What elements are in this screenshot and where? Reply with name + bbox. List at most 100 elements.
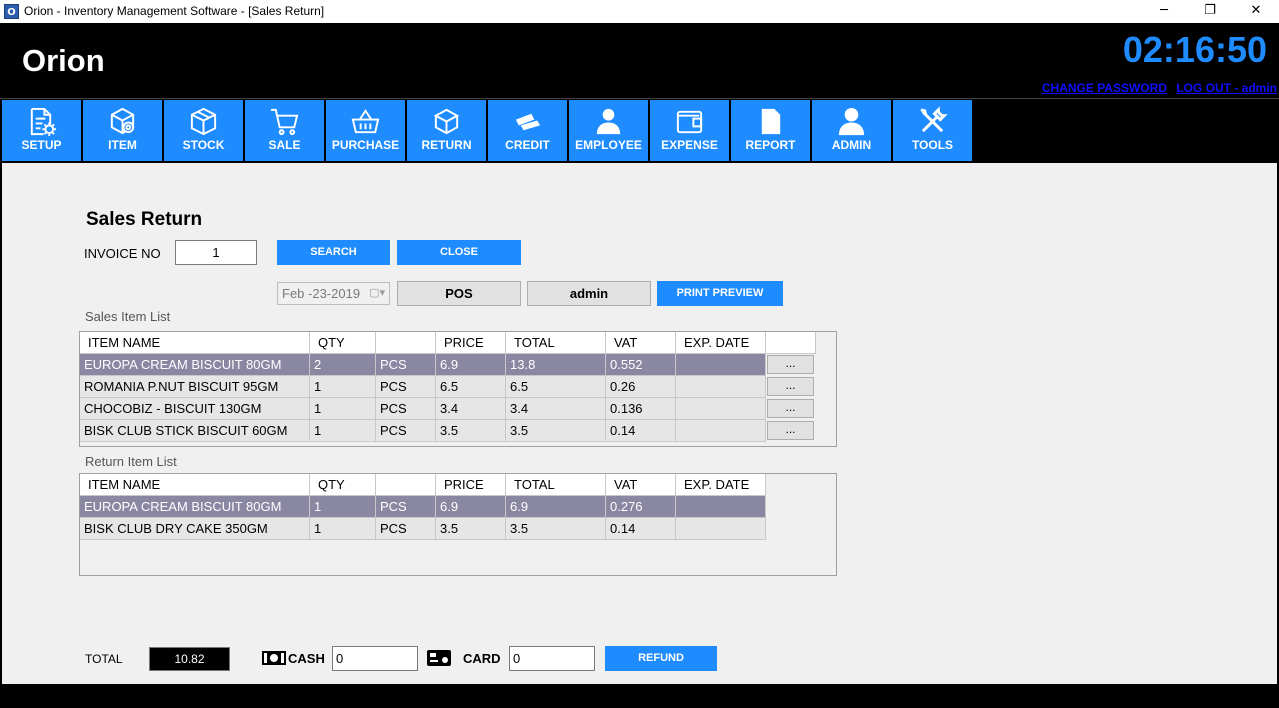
cell-item-name: BISK CLUB STICK BISCUIT 60GM bbox=[80, 420, 310, 442]
row-detail-button[interactable]: ... bbox=[767, 399, 814, 418]
cell-total: 3.4 bbox=[506, 398, 606, 420]
cell-exp-date bbox=[676, 420, 766, 442]
close-window-button[interactable]: ✕ bbox=[1233, 0, 1279, 23]
cell-qty: 2 bbox=[310, 354, 376, 376]
nav-expense[interactable]: EXPENSE bbox=[650, 100, 729, 161]
return-item-grid: ITEM NAME QTY PRICE TOTAL VAT EXP. DATE … bbox=[79, 473, 837, 576]
cell-exp-date bbox=[676, 354, 766, 376]
nav-stock[interactable]: STOCK bbox=[164, 100, 243, 161]
col-qty[interactable]: QTY bbox=[310, 474, 376, 496]
window-title: Orion - Inventory Management Software - … bbox=[24, 4, 325, 18]
nav-label: CREDIT bbox=[505, 138, 550, 152]
credit-icon bbox=[515, 113, 541, 131]
col-action bbox=[766, 332, 816, 354]
row-detail-button[interactable]: ... bbox=[767, 355, 814, 374]
row-detail-button[interactable]: ... bbox=[767, 421, 814, 440]
col-vat[interactable]: VAT bbox=[606, 332, 676, 354]
col-exp-date[interactable]: EXP. DATE bbox=[676, 332, 766, 354]
pos-button[interactable]: POS bbox=[397, 281, 521, 306]
col-vat[interactable]: VAT bbox=[606, 474, 676, 496]
cell-total: 6.9 bbox=[506, 496, 606, 518]
col-total[interactable]: TOTAL bbox=[506, 474, 606, 496]
nav-label: PURCHASE bbox=[331, 138, 400, 152]
wallet-icon bbox=[676, 110, 703, 134]
col-item-name[interactable]: ITEM NAME bbox=[80, 474, 310, 496]
cell-qty: 1 bbox=[310, 496, 376, 518]
nav-purchase[interactable]: PURCHASE bbox=[326, 100, 405, 161]
cell-vat: 0.14 bbox=[606, 420, 676, 442]
cell-unit: PCS bbox=[376, 518, 436, 540]
stock-box-icon bbox=[190, 107, 217, 136]
nav-setup[interactable]: SETUP bbox=[2, 100, 81, 161]
col-price[interactable]: PRICE bbox=[436, 474, 506, 496]
date-picker[interactable]: Feb -23-2019 ▢▾ bbox=[277, 282, 390, 305]
cell-exp-date bbox=[676, 376, 766, 398]
sales-return-panel: Sales Return INVOICE NO SEARCH CLOSE Feb… bbox=[2, 163, 1277, 684]
user-button[interactable]: admin bbox=[527, 281, 651, 306]
cell-vat: 0.14 bbox=[606, 518, 676, 540]
nav-label: ITEM bbox=[108, 138, 137, 152]
nav-label: STOCK bbox=[182, 138, 225, 152]
cell-item-name: ROMANIA P.NUT BISCUIT 95GM bbox=[80, 376, 310, 398]
cell-price: 6.5 bbox=[436, 376, 506, 398]
tools-icon bbox=[920, 106, 948, 133]
nav-return[interactable]: RETURN bbox=[407, 100, 486, 161]
col-item-name[interactable]: ITEM NAME bbox=[80, 332, 310, 354]
cell-unit: PCS bbox=[376, 496, 436, 518]
cell-item-name: EUROPA CREAM BISCUIT 80GM bbox=[80, 354, 310, 376]
col-price[interactable]: PRICE bbox=[436, 332, 506, 354]
minimize-button[interactable]: ─ bbox=[1141, 0, 1187, 23]
row-detail-button[interactable]: ... bbox=[767, 377, 814, 396]
cell-unit: PCS bbox=[376, 398, 436, 420]
col-unit[interactable] bbox=[376, 332, 436, 354]
admin-user-icon bbox=[838, 107, 865, 136]
refund-button[interactable]: REFUND bbox=[605, 646, 717, 671]
cell-vat: 0.26 bbox=[606, 376, 676, 398]
sales-item-grid: ITEM NAME QTY PRICE TOTAL VAT EXP. DATE … bbox=[79, 331, 837, 447]
setup-doc-gear-icon bbox=[30, 107, 57, 137]
cell-qty: 1 bbox=[310, 398, 376, 420]
card-input[interactable] bbox=[509, 646, 595, 671]
nav-employee[interactable]: EMPLOYEE bbox=[569, 100, 648, 161]
employee-icon bbox=[596, 108, 621, 135]
app-icon: O bbox=[4, 4, 19, 19]
invoice-no-input[interactable] bbox=[175, 240, 257, 265]
cell-price: 3.5 bbox=[436, 420, 506, 442]
col-total[interactable]: TOTAL bbox=[506, 332, 606, 354]
cell-item-name: CHOCOBIZ - BISCUIT 130GM bbox=[80, 398, 310, 420]
nav-label: EMPLOYEE bbox=[575, 138, 642, 152]
print-preview-button[interactable]: PRINT PREVIEW bbox=[657, 281, 783, 306]
nav-credit[interactable]: CREDIT bbox=[488, 100, 567, 161]
calendar-dropdown-icon[interactable]: ▢▾ bbox=[369, 286, 385, 299]
page-title: Sales Return bbox=[86, 209, 203, 230]
cell-qty: 1 bbox=[310, 518, 376, 540]
nav-item[interactable]: ITEM bbox=[83, 100, 162, 161]
cash-input[interactable] bbox=[332, 646, 418, 671]
cell-total: 13.8 bbox=[506, 354, 606, 376]
col-qty[interactable]: QTY bbox=[310, 332, 376, 354]
nav-tools[interactable]: TOOLS bbox=[893, 100, 972, 161]
cash-icon bbox=[262, 651, 286, 665]
cell-item-name: BISK CLUB DRY CAKE 350GM bbox=[80, 518, 310, 540]
search-button[interactable]: SEARCH bbox=[277, 240, 390, 265]
nav-report[interactable]: REPORT bbox=[731, 100, 810, 161]
logout-link[interactable]: LOG OUT - admin bbox=[1176, 81, 1277, 95]
nav-label: EXPENSE bbox=[661, 138, 718, 152]
window-titlebar: O Orion - Inventory Management Software … bbox=[0, 0, 1279, 23]
clock: 02:16:50 bbox=[1122, 29, 1267, 70]
cell-qty: 1 bbox=[310, 376, 376, 398]
nav-sale[interactable]: SALE bbox=[245, 100, 324, 161]
cell-vat: 0.552 bbox=[606, 354, 676, 376]
top-links: CHANGE PASSWORD LOG OUT - admin bbox=[1036, 81, 1277, 95]
cell-unit: PCS bbox=[376, 420, 436, 442]
close-button[interactable]: CLOSE bbox=[397, 240, 521, 265]
change-password-link[interactable]: CHANGE PASSWORD bbox=[1042, 81, 1167, 95]
col-exp-date[interactable]: EXP. DATE bbox=[676, 474, 766, 496]
nav-admin[interactable]: ADMIN bbox=[812, 100, 891, 161]
cell-price: 6.9 bbox=[436, 354, 506, 376]
status-bar bbox=[0, 684, 1279, 708]
sales-item-list-label: Sales Item List bbox=[85, 309, 171, 324]
restore-button[interactable]: ❐ bbox=[1187, 0, 1233, 23]
col-unit[interactable] bbox=[376, 474, 436, 496]
card-label: CARD bbox=[463, 651, 501, 666]
